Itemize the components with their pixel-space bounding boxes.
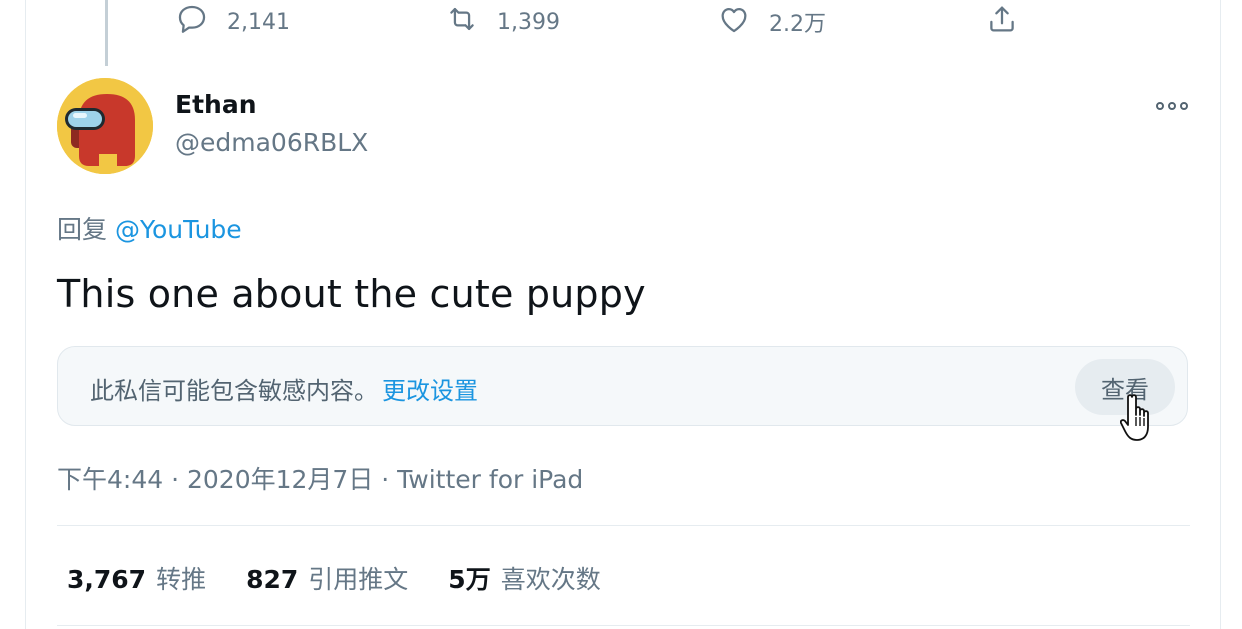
quotes-count: 827 <box>246 565 299 594</box>
crewmate-avatar-image <box>57 78 153 174</box>
share-icon <box>985 2 1019 42</box>
more-icon <box>1155 96 1189 115</box>
like-icon <box>717 2 751 42</box>
share-action[interactable] <box>985 2 1019 42</box>
cursor-hand-icon <box>1119 393 1162 445</box>
tweet-page: 2,141 1,399 2.2万 Ethan @edma06RBLX 回复 @Y… <box>0 0 1242 629</box>
sensitive-notice: 此私信可能包含敏感内容。 <box>90 377 378 405</box>
likes-count: 5万 <box>448 565 491 594</box>
like-count: 2.2万 <box>769 12 826 37</box>
retweet-count: 1,399 <box>497 9 560 35</box>
likes-label: 喜欢次数 <box>500 565 601 594</box>
likes-stat[interactable]: 5万 喜欢次数 <box>448 560 600 596</box>
retweets-count: 3,767 <box>67 565 147 594</box>
column-right-border <box>1220 0 1221 629</box>
column-left-border <box>25 0 26 629</box>
sensitive-notice-line: 此私信可能包含敏感内容。 更改设置 <box>90 371 478 406</box>
like-action[interactable]: 2.2万 <box>717 2 826 42</box>
change-settings-link[interactable]: 更改设置 <box>382 377 478 405</box>
retweet-action[interactable]: 1,399 <box>445 2 560 42</box>
quotes-label: 引用推文 <box>308 565 409 594</box>
retweets-stat[interactable]: 3,767 转推 <box>67 560 206 596</box>
tweet-timestamp-source[interactable]: 下午4:44 · 2020年12月7日 · Twitter for iPad <box>57 460 583 496</box>
sensitive-content-warning: 此私信可能包含敏感内容。 更改设置 查看 <box>57 346 1188 426</box>
reply-action[interactable]: 2,141 <box>175 2 290 42</box>
replying-to-line: 回复 @YouTube <box>57 210 242 246</box>
author-name[interactable]: Ethan <box>175 90 257 119</box>
author-avatar[interactable] <box>57 78 153 174</box>
divider-top <box>57 525 1190 526</box>
reply-count: 2,141 <box>227 9 290 35</box>
retweet-icon <box>445 2 479 42</box>
previous-tweet-action-bar: 2,141 1,399 2.2万 <box>0 0 1242 40</box>
more-options-button[interactable] <box>1152 90 1192 120</box>
retweets-label: 转推 <box>156 565 207 594</box>
author-handle[interactable]: @edma06RBLX <box>175 128 368 157</box>
quote-tweets-stat[interactable]: 827 引用推文 <box>246 560 408 596</box>
divider-bottom <box>57 625 1190 626</box>
tweet-stats: 3,767 转推 827 引用推文 5万 喜欢次数 <box>67 560 641 596</box>
reply-icon <box>175 2 209 42</box>
tweet-text: This one about the cute puppy <box>57 272 646 316</box>
reply-prefix: 回复 <box>57 215 108 244</box>
reply-mention-link[interactable]: @YouTube <box>115 215 242 244</box>
